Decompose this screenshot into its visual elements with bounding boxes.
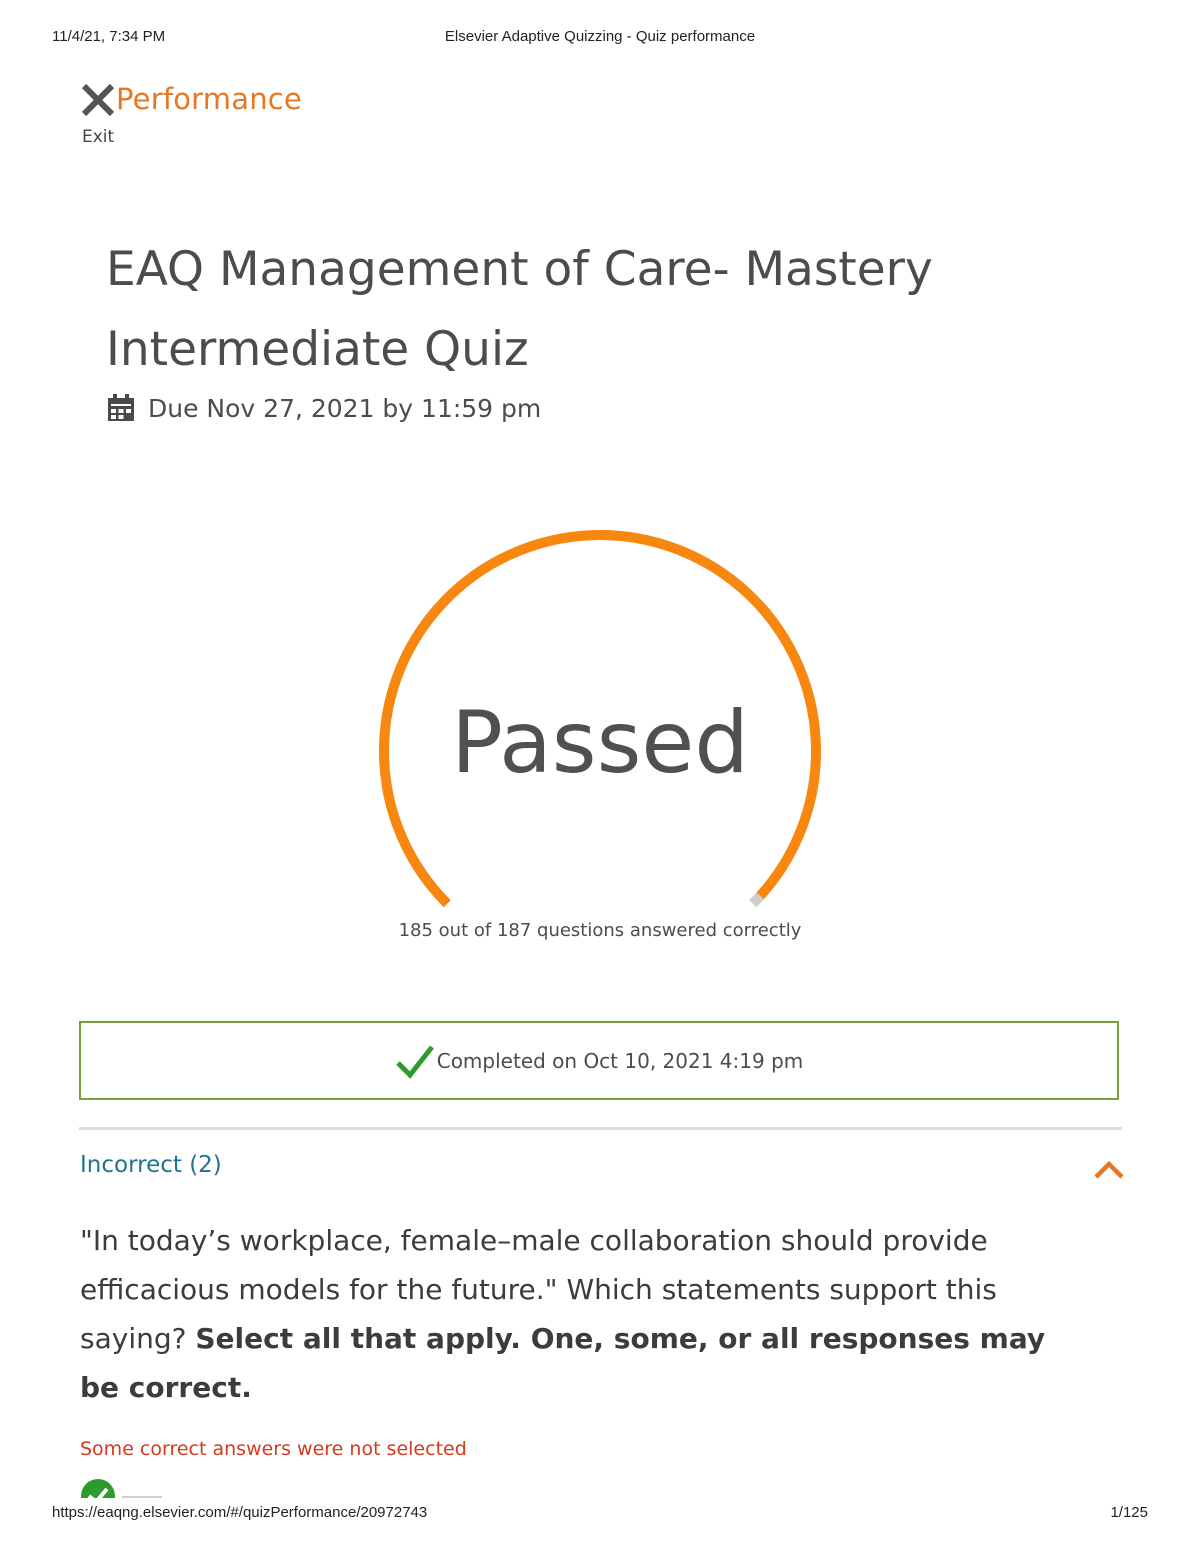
chevron-up-icon	[1094, 1160, 1124, 1179]
exit-label: Exit	[82, 127, 115, 147]
score-summary: 185 out of 187 questions answered correc…	[398, 920, 802, 941]
print-header: 11/4/21, 7:34 PM Elsevier Adaptive Quizz…	[0, 28, 1200, 52]
calendar-icon	[108, 394, 134, 421]
page-title: Performance	[116, 82, 302, 116]
incorrect-section-label: Incorrect (2)	[80, 1152, 222, 1178]
print-page-title: Elsevier Adaptive Quizzing - Quiz perfor…	[444, 28, 756, 45]
incorrect-section-toggle[interactable]: Incorrect (2)	[80, 1152, 1125, 1192]
quiz-title: EAQ Management of Care- Mastery Intermed…	[106, 242, 933, 377]
due-date-row: Due Nov 27, 2021 by 11:59 pm	[106, 388, 541, 428]
question-instructions: Select all that apply. One, some, or all…	[80, 1322, 1046, 1404]
gauge-remainder-arc	[749, 892, 764, 908]
completion-text: Completed on Oct 10, 2021 4:19 pm	[436, 1048, 804, 1073]
print-url: https://eaqng.elsevier.com/#/quizPerform…	[52, 1504, 428, 1521]
correct-answer-icon	[80, 1478, 116, 1498]
close-icon	[81, 83, 115, 117]
completion-banner: Completed on Oct 10, 2021 4:19 pm	[79, 1021, 1119, 1100]
answer-feedback: Some correct answers were not selected	[80, 1438, 467, 1460]
question-text: "In today’s workplace, female–male colla…	[80, 1216, 1080, 1412]
due-date-text: Due Nov 27, 2021 by 11:59 pm	[148, 393, 542, 423]
print-page-count: 1/125	[1110, 1504, 1148, 1521]
pass-status: Passed	[451, 693, 749, 793]
answer-option-placeholder	[122, 1496, 162, 1498]
checkmark-icon	[395, 1044, 434, 1079]
section-divider	[79, 1127, 1122, 1130]
